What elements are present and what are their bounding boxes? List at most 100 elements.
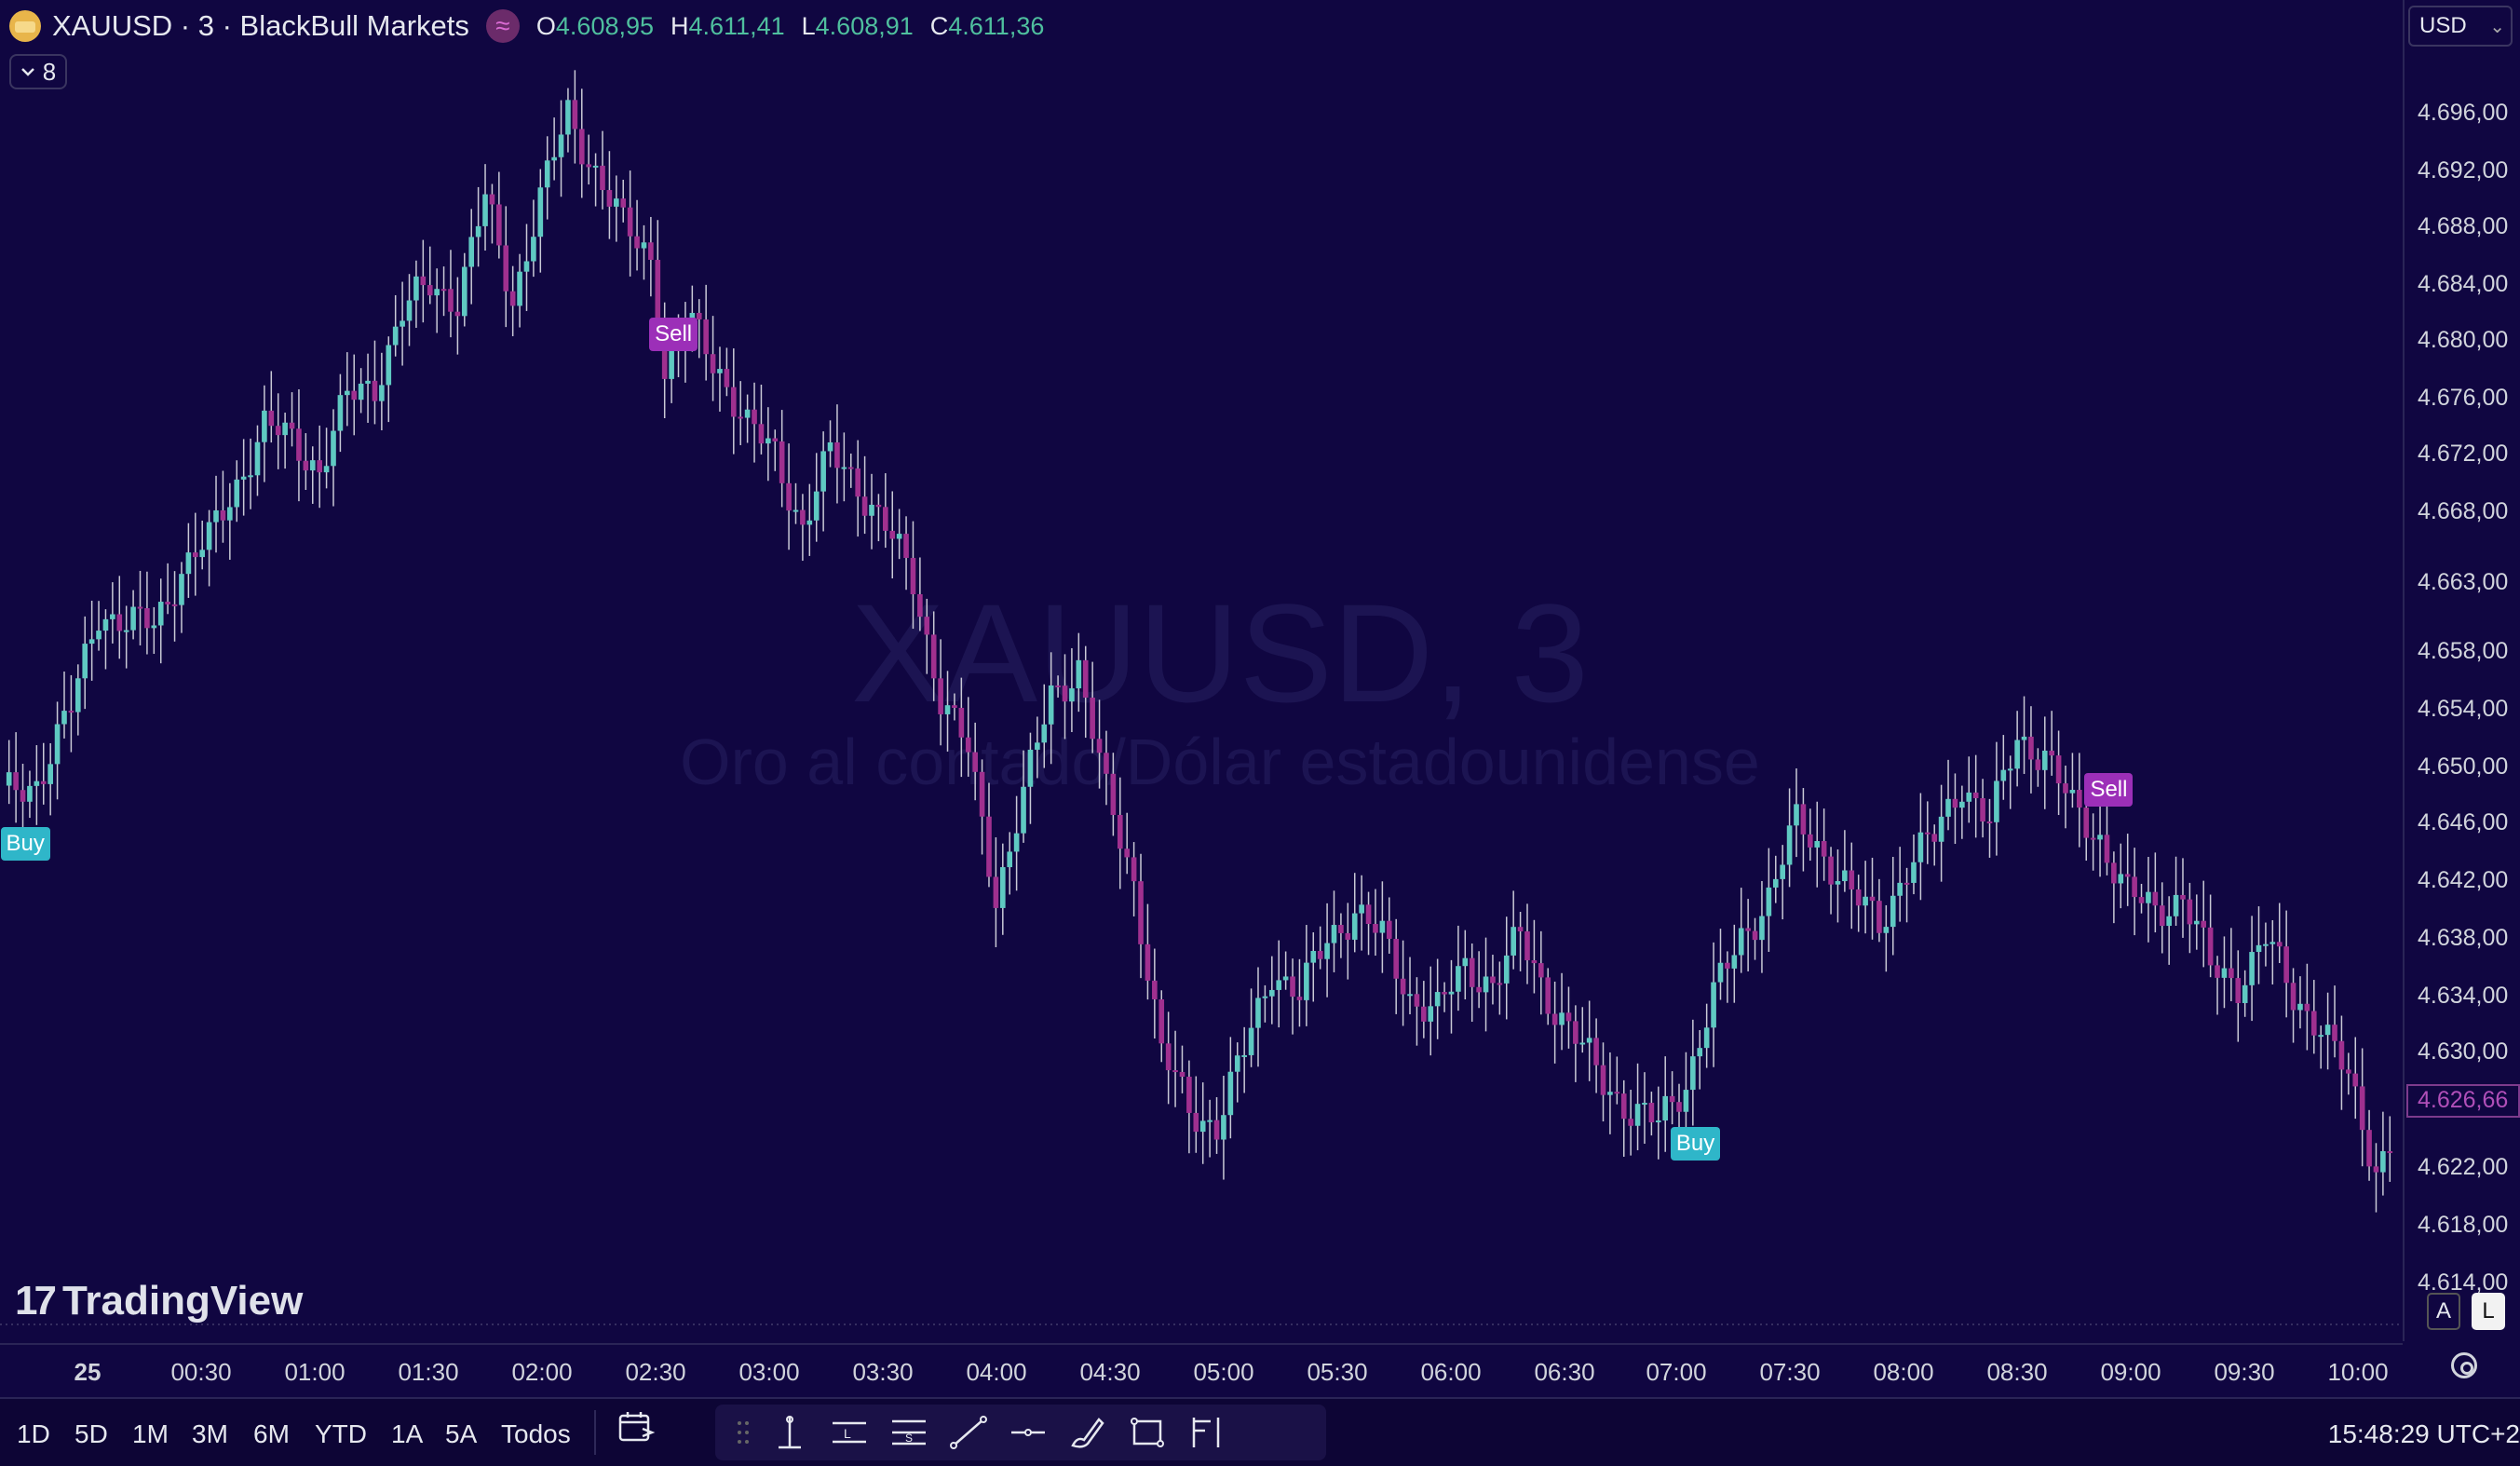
candle: [303, 433, 309, 491]
candle-body: [1490, 976, 1496, 984]
time-tick-label: 08:30: [1986, 1358, 2048, 1386]
range-1a[interactable]: 1A: [391, 1419, 423, 1449]
candle: [1476, 951, 1482, 1009]
candle-body: [910, 558, 916, 595]
candle: [2069, 753, 2076, 808]
range-6m[interactable]: 6M: [253, 1419, 290, 1449]
candle: [1104, 730, 1109, 806]
candle: [6, 740, 12, 805]
candle: [20, 764, 26, 836]
range-5d[interactable]: 5D: [75, 1419, 108, 1449]
candle: [1276, 940, 1282, 1028]
candle: [1400, 940, 1406, 1026]
candle-body: [517, 271, 522, 306]
time-tick-label: 06:00: [1420, 1358, 1482, 1386]
candle-body: [1428, 1006, 1434, 1022]
candle: [1483, 937, 1489, 1032]
candle-body: [1497, 983, 1503, 985]
drag-handle-icon[interactable]: [723, 1414, 764, 1451]
candle: [1041, 684, 1048, 768]
candle: [578, 88, 585, 198]
brush-tool-icon[interactable]: [1067, 1414, 1108, 1451]
candle: [523, 224, 530, 311]
candle: [2256, 906, 2262, 984]
candle-body: [1234, 1055, 1240, 1072]
candle-body: [1814, 841, 1821, 848]
candle-body: [537, 187, 544, 238]
chart-pane[interactable]: XAUUSD, 3 Oro al contado/Dólar estadouni…: [0, 0, 2403, 1341]
svg-text:S: S: [905, 1432, 913, 1445]
fib-tool-icon[interactable]: [1186, 1414, 1227, 1451]
short-position-tool-icon[interactable]: S: [888, 1414, 929, 1451]
candle: [972, 722, 978, 801]
long-position-tool-icon[interactable]: L: [829, 1414, 870, 1451]
candle-body: [1317, 951, 1323, 959]
candle-body: [323, 466, 330, 473]
candle: [2249, 916, 2255, 1022]
candle: [1048, 652, 1054, 765]
candle: [1076, 632, 1082, 713]
candle: [1994, 741, 1999, 856]
candle-body: [179, 574, 184, 605]
range-1m[interactable]: 1M: [132, 1419, 169, 1449]
candle: [1972, 754, 1979, 838]
candle-body: [34, 781, 40, 786]
go-to-date-icon[interactable]: [616, 1408, 657, 1446]
candle-body: [2118, 874, 2124, 884]
candle-body: [993, 876, 999, 908]
price-scale[interactable]: [2403, 0, 2520, 1341]
log-scale-button[interactable]: L: [2472, 1293, 2505, 1330]
candle: [958, 677, 965, 778]
price-tick-label: 4.676,00: [2418, 385, 2509, 411]
candle: [1324, 903, 1330, 998]
candle: [1082, 645, 1089, 739]
candle: [2366, 1109, 2372, 1181]
candle: [738, 381, 744, 445]
candle: [592, 153, 599, 207]
legend-collapse-button[interactable]: 8: [9, 54, 67, 89]
rectangle-tool-icon[interactable]: [1127, 1414, 1168, 1451]
candle-body: [1262, 996, 1268, 998]
time-tick-label: 04:30: [1079, 1358, 1141, 1386]
candle: [1772, 855, 1779, 903]
indicator-wave-icon[interactable]: ≈: [485, 9, 520, 43]
candle-body: [869, 504, 874, 516]
candle-body: [2166, 916, 2172, 927]
range-1d[interactable]: 1D: [17, 1419, 50, 1449]
candle-body: [875, 504, 882, 508]
range-5a[interactable]: 5A: [445, 1419, 477, 1449]
candle: [1117, 777, 1123, 889]
candle-body: [2249, 952, 2255, 985]
candle-body: [2283, 946, 2289, 984]
candle: [1373, 889, 1378, 957]
candle: [551, 117, 557, 181]
range-ytd[interactable]: YTD: [315, 1419, 367, 1449]
time-axis[interactable]: 25 00:30 01:00 01:30 02:00 02:30 03:00 03:30 04:…: [0, 1343, 2403, 1397]
candle-body: [1808, 834, 1813, 848]
candle: [952, 693, 957, 721]
candle: [1407, 957, 1413, 1015]
candle: [2207, 894, 2214, 978]
clock-timezone[interactable]: 15:48:29 UTC+2: [2328, 1419, 2520, 1449]
vertical-line-tool-icon[interactable]: [769, 1414, 810, 1451]
candle: [1814, 801, 1821, 888]
range-3m[interactable]: 3M: [192, 1419, 228, 1449]
candle-body: [1359, 904, 1364, 914]
candle-body: [1986, 821, 1993, 823]
settings-icon[interactable]: [2451, 1352, 2477, 1378]
horizontal-ray-tool-icon[interactable]: [1008, 1414, 1049, 1451]
range-all[interactable]: Todos: [501, 1419, 571, 1449]
candle-body: [1849, 870, 1855, 889]
candle-body: [2104, 835, 2110, 863]
trend-line-tool-icon[interactable]: [948, 1414, 989, 1451]
candle-body: [386, 345, 392, 386]
candle: [1883, 904, 1890, 972]
currency-select[interactable]: USD ⌄: [2408, 6, 2513, 47]
price-tick-label: 4.658,00: [2418, 638, 2509, 664]
candle-body: [68, 711, 75, 713]
candle-body: [1938, 816, 1944, 842]
candle-body: [2146, 891, 2151, 903]
symbol-title[interactable]: XAUUSD · 3 · BlackBull Markets: [52, 9, 469, 43]
auto-scale-button[interactable]: A: [2427, 1293, 2460, 1330]
tradingview-logo[interactable]: 17 TradingView: [15, 1278, 303, 1324]
